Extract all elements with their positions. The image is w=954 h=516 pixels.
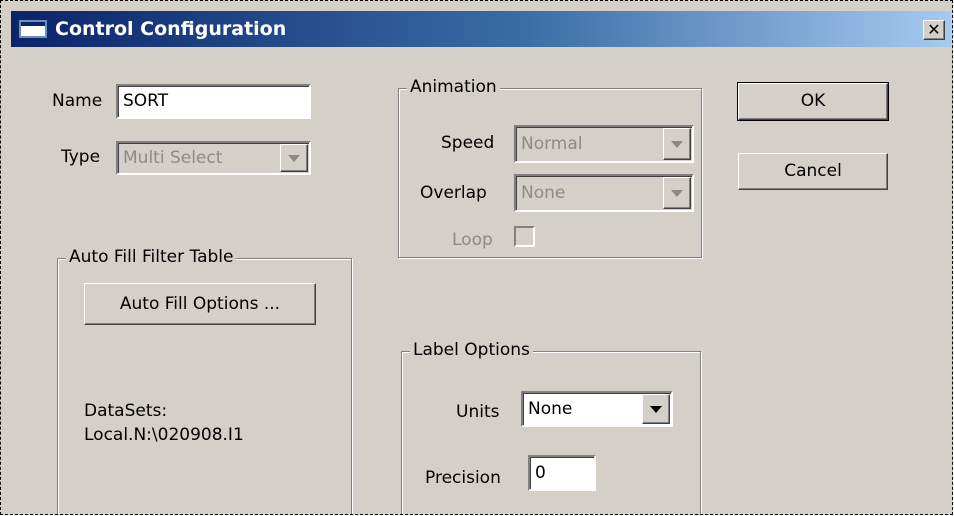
type-select: Multi Select [116,141,311,175]
auto-fill-options-button[interactable]: Auto Fill Options ... [84,283,316,325]
dropdown-arrow-icon[interactable] [642,394,670,424]
loop-checkbox [514,226,535,247]
label-options-group-title: Label Options [410,340,533,360]
precision-label: Precision [425,468,501,488]
animation-group-title: Animation [407,77,500,97]
speed-select: Normal [514,125,694,163]
units-select-value: None [528,399,573,419]
control-configuration-dialog: Control Configuration ✕ Name SORT Type M… [0,0,953,515]
window-icon [19,20,47,38]
precision-input[interactable]: 0 [528,455,596,491]
units-select[interactable]: None [521,391,673,427]
close-icon[interactable]: ✕ [923,20,945,40]
overlap-label: Overlap [420,183,487,203]
dropdown-arrow-icon [663,177,691,209]
datasets-label: DataSets: [84,401,168,421]
overlap-select: None [514,174,694,212]
cancel-button[interactable]: Cancel [738,153,888,190]
speed-select-value: Normal [521,134,583,154]
auto-fill-group-title: Auto Fill Filter Table [66,247,237,267]
type-select-value: Multi Select [123,148,223,168]
title-bar[interactable]: Control Configuration ✕ [11,11,951,47]
datasets-value: Local.N:\020908.I1 [84,425,244,445]
ok-button[interactable]: OK [737,82,889,121]
dialog-title: Control Configuration [55,18,287,40]
type-label: Type [61,147,101,167]
animation-group: Animation [398,77,702,258]
name-input[interactable]: SORT [116,84,311,119]
dropdown-arrow-icon [280,144,308,172]
loop-label: Loop [452,230,493,250]
units-label: Units [456,402,500,422]
dropdown-arrow-icon [663,128,691,160]
overlap-select-value: None [521,183,566,203]
name-label: Name [52,91,103,111]
speed-label: Speed [441,133,495,153]
